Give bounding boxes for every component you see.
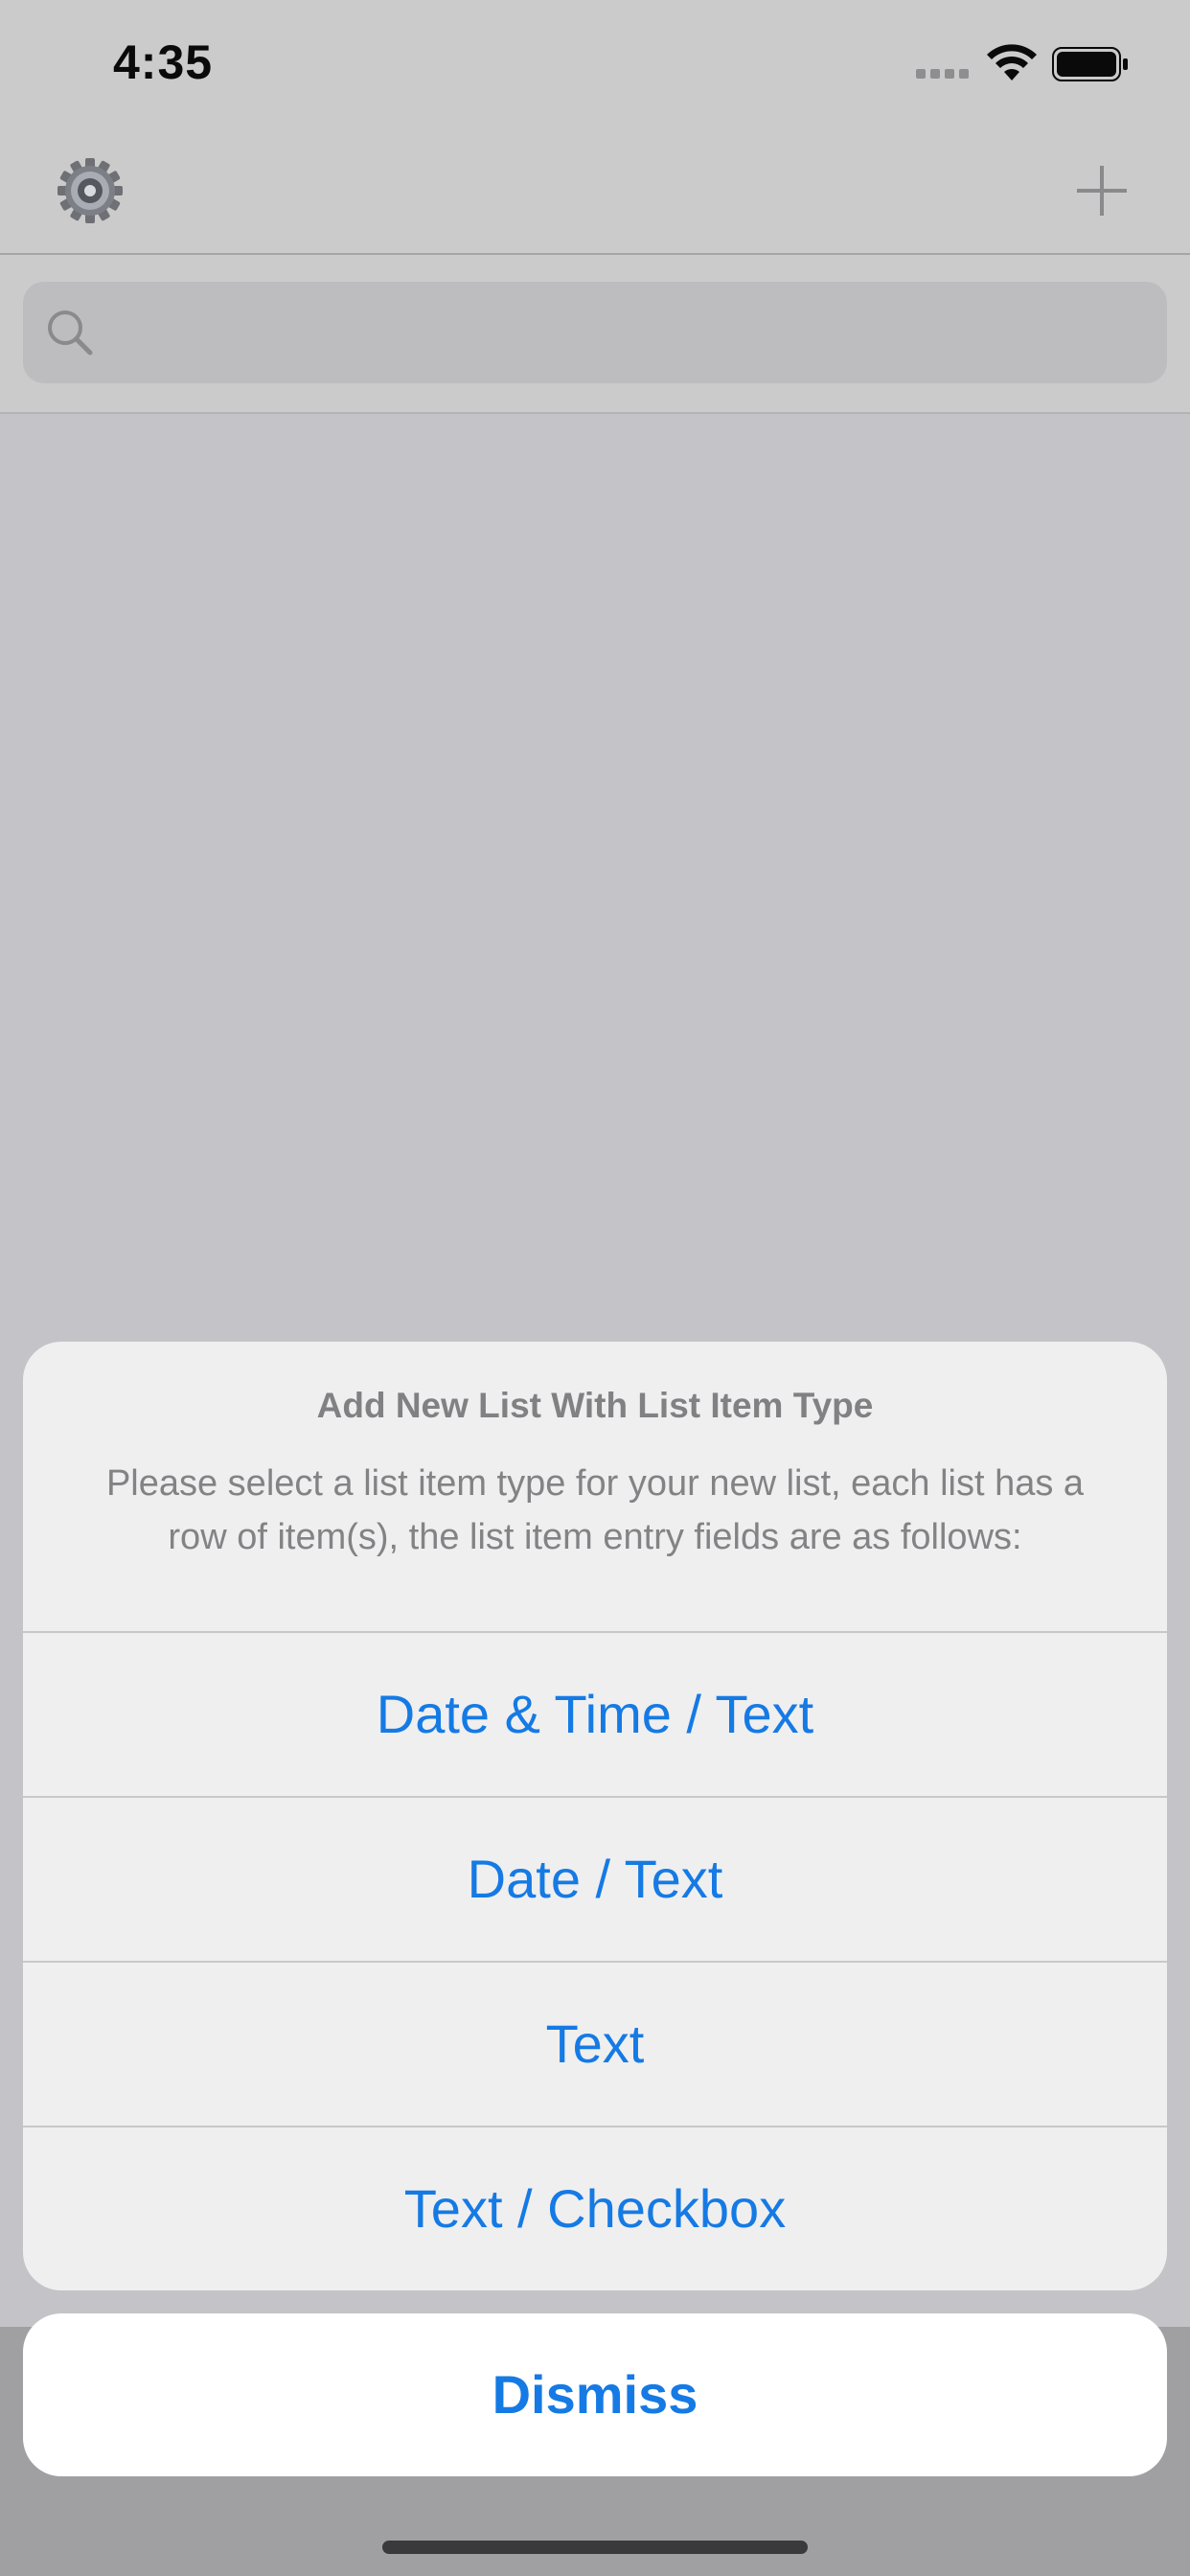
navigation-bar <box>0 129 1190 255</box>
option-text-button[interactable]: Text <box>23 1963 1167 2128</box>
cellular-signal-icon <box>916 69 969 79</box>
search-input[interactable] <box>23 282 1167 383</box>
status-time: 4:35 <box>113 35 214 89</box>
gear-icon[interactable] <box>54 154 126 227</box>
action-sheet-title: Add New List With List Item Type <box>316 1386 874 1425</box>
option-date-text-button[interactable]: Date / Text <box>23 1798 1167 1963</box>
search-bar-container <box>0 255 1190 414</box>
status-bar: 4:35 <box>0 0 1190 129</box>
search-icon <box>48 310 93 356</box>
option-date-time-text-button[interactable]: Date & Time / Text <box>23 1633 1167 1798</box>
action-sheet-header: Add New List With List Item Type Please … <box>23 1342 1167 1633</box>
wifi-icon <box>987 44 1037 80</box>
action-sheet-message: Please select a list item type for your … <box>105 1463 1085 1557</box>
battery-icon <box>1052 47 1128 81</box>
dismiss-button[interactable]: Dismiss <box>23 2313 1167 2476</box>
option-text-checkbox-button[interactable]: Text / Checkbox <box>23 2128 1167 2290</box>
action-sheet: Add New List With List Item Type Please … <box>23 1342 1167 2290</box>
home-indicator[interactable] <box>382 2541 808 2554</box>
plus-icon[interactable] <box>1073 162 1131 219</box>
